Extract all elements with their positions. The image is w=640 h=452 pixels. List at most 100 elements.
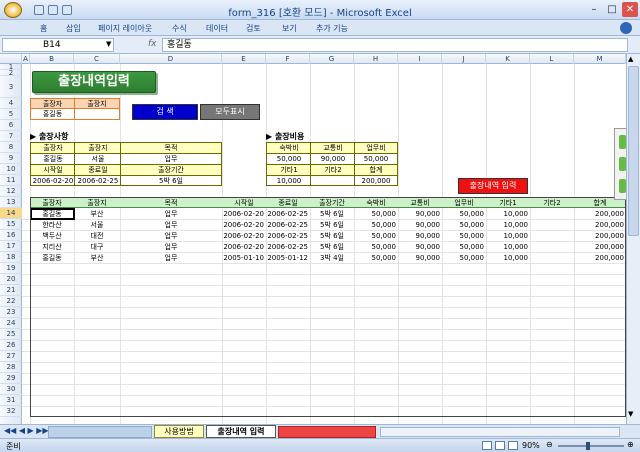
zoom-in-icon[interactable]: ⊕: [627, 440, 634, 449]
cell[interactable]: 10,000: [486, 220, 529, 230]
info-value[interactable]: 2006-02-20: [31, 176, 75, 187]
row-header[interactable]: 23: [0, 307, 22, 318]
tab-page-layout[interactable]: 페이지 레이아웃: [98, 23, 152, 34]
search-destination-input[interactable]: [75, 109, 119, 119]
name-box[interactable]: B14: [2, 38, 114, 52]
fx-icon[interactable]: fx: [148, 39, 157, 49]
cell[interactable]: 10,000: [486, 253, 529, 263]
cell[interactable]: 5박 6일: [310, 220, 354, 230]
column-header[interactable]: A: [22, 54, 30, 64]
cell[interactable]: 2006-02-20: [222, 220, 264, 230]
column-header[interactable]: C: [74, 54, 120, 64]
cell[interactable]: 2006-02-25: [266, 231, 308, 241]
cell[interactable]: 50,000: [354, 220, 397, 230]
cell[interactable]: 홍길동: [30, 253, 74, 263]
cell[interactable]: 200,000: [574, 231, 624, 241]
cost-value[interactable]: 200,000: [355, 176, 397, 187]
tab-home[interactable]: 홈: [40, 23, 47, 34]
column-header[interactable]: L: [530, 54, 574, 64]
cell[interactable]: 2005-01-12: [266, 253, 308, 263]
side-nav-button[interactable]: [619, 157, 626, 171]
maximize-icon[interactable]: □: [604, 2, 620, 17]
cell[interactable]: 업무: [120, 231, 222, 241]
column-header[interactable]: F: [266, 54, 310, 64]
column-header[interactable]: B: [30, 54, 74, 64]
cell[interactable]: 2006-02-20: [222, 242, 264, 252]
row-header[interactable]: 7: [0, 131, 22, 142]
normal-view-icon[interactable]: [482, 441, 492, 450]
column-header[interactable]: I: [398, 54, 442, 64]
cell[interactable]: 부산: [74, 209, 120, 219]
zoom-slider-thumb[interactable]: [586, 442, 590, 450]
cell[interactable]: 5박 6일: [310, 209, 354, 219]
cell[interactable]: 50,000: [442, 242, 485, 252]
row-header[interactable]: 32: [0, 406, 22, 417]
sheet-tab-hidden[interactable]: [48, 426, 152, 438]
row-header[interactable]: 12: [0, 186, 22, 197]
sheet-tab-usage[interactable]: 사용방법: [154, 425, 204, 438]
sheet-tab-red[interactable]: [278, 426, 376, 438]
cell[interactable]: 90,000: [398, 253, 441, 263]
cell[interactable]: 대전: [74, 231, 120, 241]
page-break-view-icon[interactable]: [508, 441, 518, 450]
cell[interactable]: 한라산: [30, 220, 74, 230]
scroll-up-icon[interactable]: ▲: [628, 55, 633, 63]
page-layout-view-icon[interactable]: [495, 441, 505, 450]
column-header[interactable]: D: [120, 54, 222, 64]
cell[interactable]: 2005-01-10: [222, 253, 264, 263]
cell[interactable]: 2006-02-20: [222, 209, 264, 219]
row-header[interactable]: 8: [0, 142, 22, 153]
row-header[interactable]: 4: [0, 98, 22, 109]
cell[interactable]: 업무: [120, 209, 222, 219]
row-header[interactable]: 13: [0, 197, 22, 208]
cell[interactable]: 10,000: [486, 242, 529, 252]
cell[interactable]: 50,000: [354, 231, 397, 241]
chevron-down-icon[interactable]: ▼: [106, 40, 111, 48]
row-header[interactable]: 29: [0, 373, 22, 384]
cell[interactable]: 50,000: [442, 231, 485, 241]
cell[interactable]: 업무: [120, 253, 222, 263]
cell[interactable]: 업무: [120, 220, 222, 230]
row-header[interactable]: 9: [0, 153, 22, 164]
cell[interactable]: 50,000: [442, 220, 485, 230]
cell[interactable]: 10,000: [486, 231, 529, 241]
cell[interactable]: 90,000: [398, 220, 441, 230]
scroll-down-icon[interactable]: ▼: [628, 410, 633, 418]
row-header[interactable]: 6: [0, 120, 22, 131]
row-header[interactable]: 10: [0, 164, 22, 175]
row-header[interactable]: 15: [0, 219, 22, 230]
row-header[interactable]: 17: [0, 241, 22, 252]
row-header[interactable]: 24: [0, 318, 22, 329]
sheet-tab-entry-active[interactable]: 출장내역 입력: [206, 425, 276, 438]
help-icon[interactable]: [620, 22, 632, 34]
cell[interactable]: 지리산: [30, 242, 74, 252]
row-header[interactable]: 27: [0, 351, 22, 362]
zoom-slider[interactable]: [558, 445, 624, 447]
cell[interactable]: 5박 6일: [310, 242, 354, 252]
row-header[interactable]: 21: [0, 285, 22, 296]
sheet-nav-icons[interactable]: ◀◀ ◀ ▶ ▶▶: [4, 426, 49, 435]
cell[interactable]: 백두산: [30, 231, 74, 241]
tab-add-ins[interactable]: 추가 기능: [316, 23, 348, 34]
row-header[interactable]: 3: [0, 76, 22, 98]
scroll-thumb[interactable]: [628, 66, 639, 236]
cell[interactable]: 3박 4일: [310, 253, 354, 263]
row-header[interactable]: 18: [0, 252, 22, 263]
row-header[interactable]: 26: [0, 340, 22, 351]
horizontal-scrollbar[interactable]: [380, 427, 620, 437]
column-header[interactable]: G: [310, 54, 354, 64]
row-header-selected[interactable]: 14: [0, 208, 22, 219]
tab-formulas[interactable]: 수식: [172, 23, 187, 34]
search-traveler-input[interactable]: 홍길동: [31, 109, 75, 119]
row-header[interactable]: 19: [0, 263, 22, 274]
cell[interactable]: 50,000: [442, 209, 485, 219]
show-all-button[interactable]: 모두표시: [200, 104, 260, 120]
row-header[interactable]: 5: [0, 109, 22, 120]
cell[interactable]: 대구: [74, 242, 120, 252]
cell[interactable]: 50,000: [354, 253, 397, 263]
row-header[interactable]: 20: [0, 274, 22, 285]
info-value[interactable]: 5박 6일: [121, 176, 221, 187]
row-header[interactable]: 11: [0, 175, 22, 186]
cell[interactable]: 2006-02-25: [266, 209, 308, 219]
vertical-scrollbar[interactable]: ▲ ▼: [626, 54, 640, 424]
